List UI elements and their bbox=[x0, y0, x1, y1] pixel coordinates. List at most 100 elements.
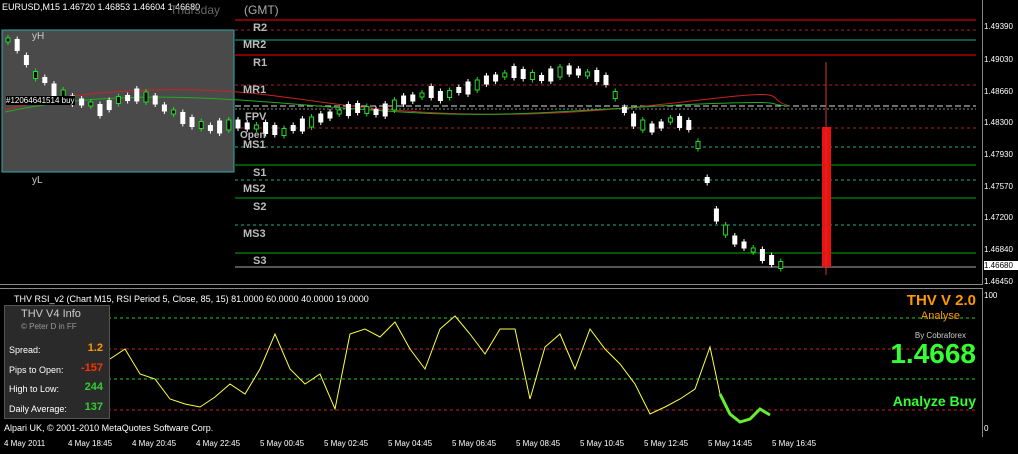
info-row-spread-value: 1.2 bbox=[87, 342, 103, 354]
candle-body bbox=[391, 99, 397, 111]
candle-body bbox=[723, 224, 729, 236]
price-scale[interactable]: 1.49390 1.49030 1.48660 1.48300 1.47930 … bbox=[983, 0, 1018, 286]
order-label[interactable]: #12064641514 buy bbox=[6, 96, 75, 105]
time-label: 5 May 02:45 bbox=[324, 439, 369, 448]
pivot-label-mr2: MR2 bbox=[243, 39, 267, 51]
pivot-label-fpv: FPV bbox=[245, 111, 267, 123]
time-label: 5 May 04:45 bbox=[388, 439, 433, 448]
time-axis[interactable]: 4 May 2011 4 May 18:45 4 May 20:45 4 May… bbox=[0, 437, 982, 454]
candle-body bbox=[198, 121, 204, 129]
candle-body bbox=[14, 39, 20, 51]
time-label: 4 May 20:45 bbox=[132, 439, 177, 448]
rsi-title: THV RSI_v2 (Chart M15, RSI Period 5, Clo… bbox=[14, 294, 369, 304]
candle-body bbox=[115, 96, 121, 104]
candle-body bbox=[355, 103, 361, 113]
price-label: 1.47200 bbox=[984, 213, 1013, 222]
pivot-label-s3: S3 bbox=[253, 255, 267, 267]
price-label: 1.48300 bbox=[984, 118, 1013, 127]
time-label: 5 May 12:45 bbox=[644, 439, 689, 448]
info-row-hl-label: High to Low: bbox=[9, 384, 60, 394]
candle-body bbox=[51, 83, 57, 97]
day-label: Thursday bbox=[170, 3, 221, 17]
candle-body bbox=[253, 124, 259, 130]
candle-body bbox=[713, 208, 719, 222]
rsi-scale-bottom: 0 bbox=[984, 424, 989, 433]
thv-signal: Analyze Buy bbox=[892, 393, 976, 409]
current-price-label: 1.46680 bbox=[984, 261, 1018, 270]
candle-body bbox=[621, 107, 627, 113]
time-label: 4 May 2011 bbox=[4, 439, 46, 448]
candle-body bbox=[603, 75, 609, 85]
candle-body bbox=[88, 101, 94, 107]
candle-body bbox=[575, 68, 581, 76]
candle-body bbox=[474, 79, 480, 91]
candle-body bbox=[401, 95, 407, 105]
time-label: 4 May 22:45 bbox=[196, 439, 241, 448]
price-label: 1.46450 bbox=[984, 277, 1013, 286]
pivot-label-ms1: MS1 bbox=[243, 139, 266, 151]
candle-body bbox=[244, 122, 250, 130]
thv-analysis-panel: THV V 2.0 Analyse By Cobraforex 1.4668 A… bbox=[860, 292, 980, 432]
price-label: 1.49390 bbox=[984, 22, 1013, 31]
time-label: 4 May 18:45 bbox=[68, 439, 113, 448]
thv-price: 1.4668 bbox=[890, 338, 976, 369]
candle-body bbox=[428, 86, 434, 98]
candle-body bbox=[769, 255, 775, 265]
candle-body bbox=[235, 119, 241, 129]
candle-body bbox=[539, 75, 545, 81]
main-chart-pane[interactable]: EURUSD,M15 1.46720 1.46853 1.46604 1.466… bbox=[0, 0, 983, 285]
info-row-pips-value: -157 bbox=[80, 362, 103, 374]
candle-body bbox=[483, 75, 489, 85]
candle-body bbox=[152, 95, 158, 105]
thv-title: THV V 2.0 bbox=[906, 292, 976, 309]
price-label: 1.49030 bbox=[984, 55, 1013, 64]
candle-body bbox=[327, 111, 333, 119]
candle-body bbox=[419, 92, 425, 98]
time-label: 5 May 06:45 bbox=[452, 439, 497, 448]
candle-body bbox=[677, 116, 683, 128]
time-label: 5 May 14:45 bbox=[708, 439, 753, 448]
candle-body bbox=[594, 70, 600, 82]
candle-body bbox=[447, 90, 453, 98]
pivot-label-ms3: MS3 bbox=[243, 228, 266, 240]
candle-body bbox=[529, 72, 535, 80]
rsi-scale-top: 100 bbox=[984, 291, 998, 300]
candle-body bbox=[207, 125, 213, 131]
price-label: 1.48660 bbox=[984, 87, 1013, 96]
candle-body bbox=[456, 87, 462, 93]
candle-body bbox=[704, 177, 710, 183]
candle-body bbox=[778, 261, 784, 269]
candle-body bbox=[134, 88, 140, 102]
candle-body bbox=[410, 94, 416, 102]
candle-body bbox=[226, 119, 232, 131]
candle-body bbox=[750, 247, 756, 253]
pivot-label-r2: R2 bbox=[253, 22, 268, 34]
yh-label: yH bbox=[32, 31, 45, 42]
time-label: 5 May 10:45 bbox=[580, 439, 625, 448]
candle-body bbox=[33, 71, 39, 79]
pivot-label-r1: R1 bbox=[253, 57, 268, 69]
candle-body bbox=[79, 98, 85, 106]
candle-body bbox=[640, 119, 646, 131]
candle-body bbox=[465, 81, 471, 95]
rsi-pane[interactable]: THV RSI_v2 (Chart M15, RSI Period 5, Clo… bbox=[0, 288, 983, 437]
copyright-text: Alpari UK, © 2001-2010 MetaQuotes Softwa… bbox=[4, 423, 214, 433]
candle-body bbox=[345, 104, 351, 116]
candle-body bbox=[686, 120, 692, 130]
candle-body bbox=[5, 37, 11, 43]
candle-body bbox=[42, 77, 48, 83]
candle-body bbox=[631, 113, 637, 127]
rsi-scale[interactable]: 100 0 bbox=[983, 288, 1018, 436]
rsi-canvas[interactable] bbox=[0, 289, 982, 437]
gmt-label: (GMT) bbox=[244, 3, 279, 17]
time-label: 5 May 08:45 bbox=[516, 439, 561, 448]
main-chart-canvas[interactable] bbox=[0, 0, 982, 284]
pivot-label-ms2: MS2 bbox=[243, 183, 266, 195]
candle-body bbox=[649, 123, 655, 133]
candle-body bbox=[695, 141, 701, 149]
candle-body bbox=[382, 103, 388, 117]
candle-body bbox=[309, 116, 315, 128]
candle-body bbox=[437, 91, 443, 101]
price-label: 1.47570 bbox=[984, 182, 1013, 191]
candle-body bbox=[493, 74, 499, 82]
